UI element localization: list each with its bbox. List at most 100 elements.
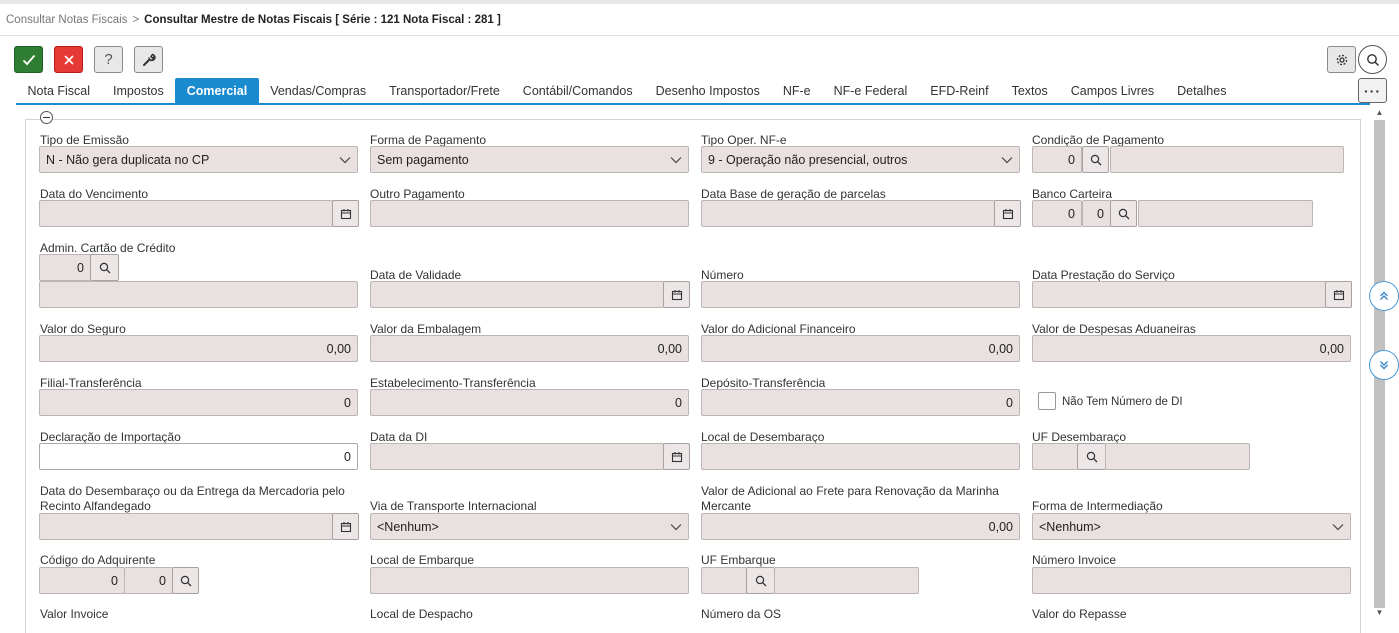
valor-adic-frete-input[interactable]: 0,00	[701, 513, 1020, 540]
check-icon	[22, 54, 35, 65]
chevron-down-icon	[339, 156, 351, 163]
global-search-button[interactable]	[1358, 45, 1387, 74]
banco-carteira-search-button[interactable]	[1110, 200, 1137, 227]
data-desembaraco-input[interactable]	[39, 513, 333, 540]
banco-input[interactable]: 0	[1032, 200, 1082, 227]
scroll-up-arrow-icon[interactable]: ▲	[1374, 107, 1385, 117]
tab-contabil-comandos[interactable]: Contábil/Comandos	[511, 78, 644, 104]
collapse-icon[interactable]	[40, 111, 53, 124]
more-options-button[interactable]: ···	[1358, 78, 1387, 103]
valor-seguro-input[interactable]: 0,00	[39, 335, 358, 362]
nao-tem-numero-di-label: Não Tem Número de DI	[1062, 396, 1183, 408]
filial-transferencia-input[interactable]: 0	[39, 389, 358, 416]
uf-desembaraco-desc-input[interactable]	[1105, 443, 1250, 470]
valor-embalagem-input[interactable]: 0,00	[370, 335, 689, 362]
local-desembaraco-input[interactable]	[701, 443, 1020, 470]
tab-campos-livres[interactable]: Campos Livres	[1059, 78, 1165, 104]
chevron-down-icon	[670, 156, 682, 163]
search-icon	[1090, 154, 1101, 165]
banco-carteira-desc-input[interactable]	[1138, 200, 1313, 227]
uf-desembaraco-search-button[interactable]	[1077, 443, 1106, 470]
numero-input[interactable]	[701, 281, 1020, 308]
tab-textos[interactable]: Textos	[1000, 78, 1059, 104]
scroll-down-arrow-icon[interactable]: ▼	[1374, 607, 1385, 617]
search-icon	[755, 575, 766, 586]
data-di-calendar-button[interactable]	[663, 443, 690, 470]
data-validade-input[interactable]	[370, 281, 664, 308]
numero-invoice-input[interactable]	[1032, 567, 1351, 594]
tipo-oper-nfe-select[interactable]: 9 - Operação não presencial, outros	[701, 146, 1020, 173]
condicao-pagamento-search-button[interactable]	[1082, 146, 1109, 173]
tab-impostos[interactable]: Impostos	[102, 78, 176, 104]
nao-tem-numero-di-checkbox[interactable]	[1038, 392, 1056, 410]
scroll-to-bottom-button[interactable]	[1369, 350, 1399, 380]
tools-button[interactable]	[134, 46, 163, 73]
search-icon	[1366, 53, 1379, 66]
valor-invoice-label: Valor Invoice	[40, 607, 109, 621]
scroll-to-top-button[interactable]	[1369, 281, 1399, 311]
deposito-transferencia-input[interactable]: 0	[701, 389, 1020, 416]
data-prestacao-calendar-button[interactable]	[1325, 281, 1352, 308]
tab-nota-fiscal[interactable]: Nota Fiscal	[16, 78, 102, 104]
valor-adic-frete-label-line2: Mercante	[701, 499, 752, 513]
data-base-parcelas-calendar-button[interactable]	[994, 200, 1021, 227]
uf-embarque-code-input[interactable]	[701, 567, 747, 594]
gear-icon	[1336, 54, 1347, 65]
data-desembaraco-calendar-button[interactable]	[332, 513, 359, 540]
tab-efd-reinf[interactable]: EFD-Reinf	[919, 78, 1000, 104]
forma-pagamento-value: Sem pagamento	[377, 152, 469, 167]
double-chevron-down-icon	[1380, 361, 1388, 370]
valor-despesas-aduaneiras-input[interactable]: 0,00	[1032, 335, 1351, 362]
tab-transportador-frete[interactable]: Transportador/Frete	[378, 78, 512, 104]
data-base-parcelas-input[interactable]	[701, 200, 995, 227]
data-desembaraco-label-line1: Data do Desembaraço ou da Entrega da Mer…	[40, 484, 345, 498]
tab-nfe[interactable]: NF-e	[771, 78, 822, 104]
local-embarque-input[interactable]	[370, 567, 689, 594]
data-vencimento-input[interactable]	[39, 200, 333, 227]
condicao-pagamento-code-input[interactable]: 0	[1032, 146, 1082, 173]
admin-cartao-desc-input[interactable]	[39, 281, 358, 308]
chevron-down-icon	[1001, 156, 1013, 163]
data-prestacao-input[interactable]	[1032, 281, 1326, 308]
forma-pagamento-select[interactable]: Sem pagamento	[370, 146, 689, 173]
close-icon	[63, 54, 74, 65]
estab-transferencia-input[interactable]: 0	[370, 389, 689, 416]
data-validade-calendar-button[interactable]	[663, 281, 690, 308]
tab-vendas-compras[interactable]: Vendas/Compras	[259, 78, 378, 104]
cancel-button[interactable]	[54, 46, 83, 73]
codigo-adquirente-input-1[interactable]: 0	[39, 567, 125, 594]
admin-cartao-code-input[interactable]: 0	[39, 254, 91, 281]
settings-button[interactable]	[1327, 46, 1356, 73]
tab-desenho-impostos[interactable]: Desenho Impostos	[644, 78, 771, 104]
condicao-pagamento-desc-input[interactable]	[1110, 146, 1344, 173]
data-vencimento-calendar-button[interactable]	[332, 200, 359, 227]
uf-desembaraco-code-input[interactable]	[1032, 443, 1078, 470]
breadcrumb-separator: >	[132, 14, 140, 26]
tab-nfe-federal[interactable]: NF-e Federal	[822, 78, 919, 104]
uf-embarque-desc-input[interactable]	[774, 567, 919, 594]
via-transporte-select[interactable]: <Nenhum>	[370, 513, 689, 540]
declaracao-importacao-input[interactable]: 0	[39, 443, 358, 470]
outro-pagamento-input[interactable]	[370, 200, 689, 227]
data-di-input[interactable]	[370, 443, 664, 470]
tipo-emissao-select[interactable]: N - Não gera duplicata no CP	[39, 146, 358, 173]
admin-cartao-search-button[interactable]	[90, 254, 119, 281]
codigo-adquirente-search-button[interactable]	[172, 567, 199, 594]
breadcrumb-parent-link[interactable]: Consultar Notas Fiscais	[6, 14, 127, 26]
search-icon	[180, 575, 191, 586]
search-icon	[1086, 451, 1097, 462]
tab-comercial[interactable]: Comercial	[175, 78, 259, 104]
via-transporte-value: <Nenhum>	[377, 519, 439, 534]
via-transporte-label: Via de Transporte Internacional	[370, 499, 537, 513]
help-button[interactable]: ?	[94, 46, 123, 73]
forma-intermediacao-select[interactable]: <Nenhum>	[1032, 513, 1351, 540]
confirm-button[interactable]	[14, 46, 43, 73]
calendar-icon	[1002, 208, 1013, 219]
tab-detalhes[interactable]: Detalhes	[1166, 78, 1238, 104]
valor-adic-financeiro-input[interactable]: 0,00	[701, 335, 1020, 362]
uf-embarque-search-button[interactable]	[746, 567, 775, 594]
valor-repasse-label: Valor do Repasse	[1032, 607, 1127, 621]
codigo-adquirente-input-2[interactable]: 0	[124, 567, 173, 594]
more-icon: ···	[1364, 82, 1381, 99]
carteira-input[interactable]: 0	[1082, 200, 1111, 227]
